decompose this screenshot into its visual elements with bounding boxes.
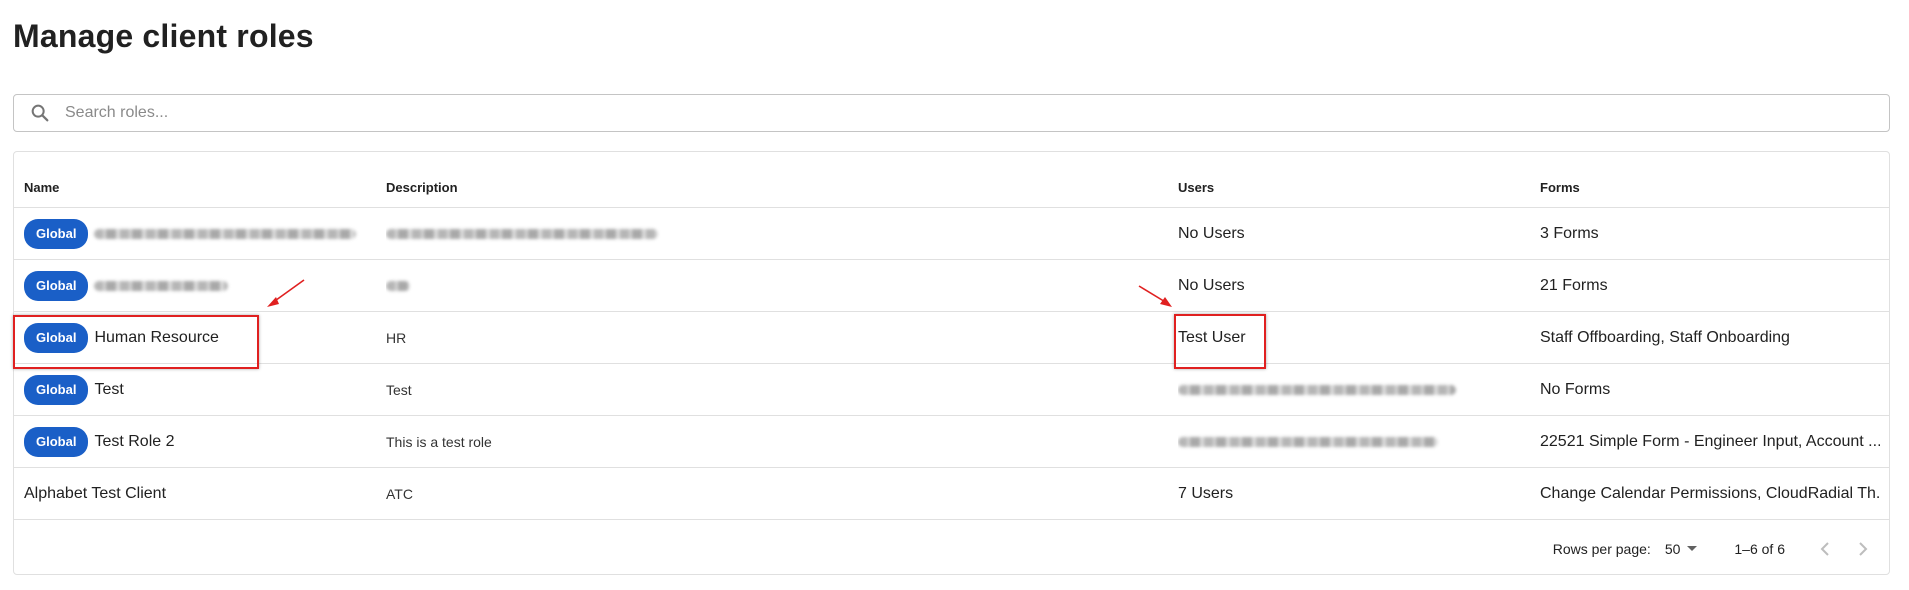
column-header-description[interactable]: Description: [386, 152, 1166, 215]
role-users-cell: No Users: [1178, 224, 1245, 242]
role-name-cell: Alphabet Test Client: [24, 468, 374, 519]
caret-down-icon: [1687, 546, 1698, 551]
role-description-cell: HR: [386, 329, 407, 346]
rows-per-page-value: 50: [1664, 541, 1681, 557]
annotation-highlight-role-name: [13, 315, 259, 369]
pagination-range: 1–6 of 6: [1734, 541, 1785, 557]
chevron-right-icon: [1859, 542, 1868, 556]
table-row[interactable]: Global Test Role 2 This is a test role 2…: [14, 416, 1889, 468]
role-forms-cell: Change Calendar Permissions, CloudRadial…: [1540, 484, 1880, 502]
column-header-users[interactable]: Users: [1178, 152, 1528, 215]
column-header-name[interactable]: Name: [24, 152, 374, 215]
global-badge: Global: [24, 270, 89, 301]
role-description-cell: ATC: [386, 485, 413, 502]
search-input[interactable]: [63, 97, 1889, 129]
role-name-cell: Global: [24, 208, 374, 259]
role-users-cell: [1178, 416, 1528, 467]
role-name-cell: Global Test: [24, 364, 374, 415]
annotation-arrow-icon: [1138, 285, 1172, 307]
table-row[interactable]: Alphabet Test Client ATC 7 Users Change …: [14, 468, 1889, 520]
role-users-cell: [1178, 364, 1528, 415]
table-row[interactable]: Global No Users 3 Forms: [14, 208, 1889, 260]
column-header-forms[interactable]: Forms: [1540, 152, 1880, 215]
rows-per-page-label: Rows per page:: [1552, 541, 1651, 557]
redacted-users: [1178, 384, 1456, 395]
next-page-button[interactable]: [1851, 537, 1875, 561]
previous-page-button[interactable]: [1813, 537, 1837, 561]
pagination-bar: Rows per page: 50 1–6 of 6: [14, 524, 1889, 574]
search-box[interactable]: [13, 94, 1890, 132]
role-description-cell: Test: [386, 381, 412, 398]
table-row[interactable]: Global Test Test No Forms: [14, 364, 1889, 416]
redacted-role-name: [94, 280, 229, 291]
role-users-cell: No Users: [1178, 276, 1245, 294]
role-forms-cell: No Forms: [1540, 380, 1611, 398]
role-users-cell: 7 Users: [1178, 484, 1234, 502]
table-header-row: Name Description Users Forms: [14, 152, 1889, 208]
role-name-cell: Global Test Role 2: [24, 416, 374, 467]
redacted-users: [1178, 436, 1438, 447]
role-description-cell: [386, 208, 1166, 259]
search-icon: [31, 104, 49, 122]
global-badge: Global: [24, 426, 89, 457]
role-name: Test: [94, 380, 124, 398]
global-badge: Global: [24, 374, 89, 405]
redacted-role-name: [94, 228, 357, 239]
role-name: Alphabet Test Client: [24, 484, 167, 502]
role-forms-cell: 3 Forms: [1540, 224, 1599, 242]
roles-table: Name Description Users Forms Global No U…: [13, 151, 1890, 575]
chevron-left-icon: [1820, 542, 1829, 556]
annotation-arrow-icon: [267, 279, 305, 307]
annotation-highlight-users: [1174, 314, 1266, 369]
role-name: Test Role 2: [94, 432, 175, 450]
rows-per-page-select[interactable]: 50: [1665, 541, 1699, 557]
role-name-cell: Global: [24, 260, 374, 311]
redacted-description: [386, 280, 410, 291]
redacted-description: [386, 228, 658, 239]
page-title: Manage client roles: [13, 18, 314, 54]
global-badge: Global: [24, 218, 89, 249]
role-description-cell: This is a test role: [386, 433, 492, 450]
table-row[interactable]: Global Human Resource HR Test User Staff…: [14, 312, 1889, 364]
role-description-cell: [386, 260, 1166, 311]
role-forms-cell: 21 Forms: [1540, 276, 1608, 294]
role-forms-cell: Staff Offboarding, Staff Onboarding: [1540, 328, 1790, 346]
role-forms-cell: 22521 Simple Form - Engineer Input, Acco…: [1540, 432, 1880, 450]
